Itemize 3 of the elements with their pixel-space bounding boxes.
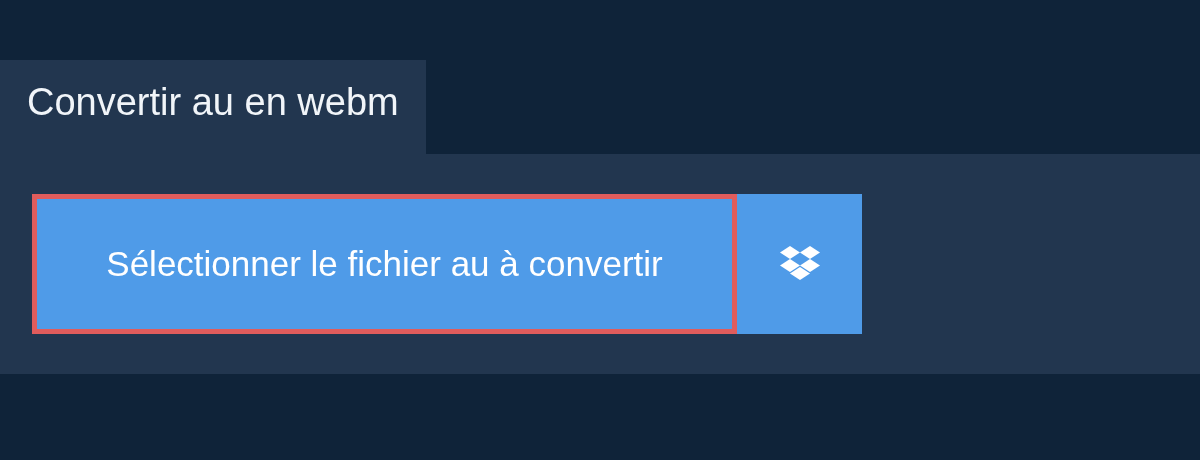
dropbox-button[interactable] <box>737 194 862 334</box>
dropbox-icon <box>778 245 821 283</box>
tab[interactable]: Convertir au en webm <box>0 60 426 154</box>
